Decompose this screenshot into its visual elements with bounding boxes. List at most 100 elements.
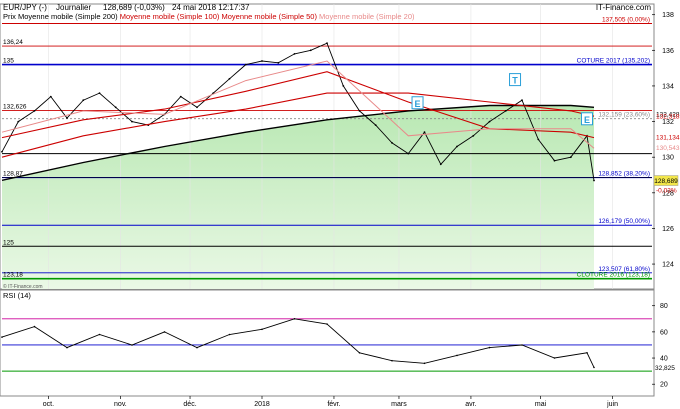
rsi-point-0 xyxy=(1,336,3,338)
price-point-24 xyxy=(391,142,393,144)
legend-prix: Prix xyxy=(3,12,16,21)
rsi-point-1 xyxy=(33,325,36,328)
x-tick-label-6: avr. xyxy=(465,401,476,408)
level-left-label-2: 135 xyxy=(3,58,14,65)
x-tick-label-2: déc. xyxy=(183,401,196,408)
price-point-0 xyxy=(1,150,3,153)
level-axis-label-7: 131,134 xyxy=(656,134,680,141)
rsi-point-10 xyxy=(326,323,328,325)
legend-ma50: Moyenne mobile (Simple 50) xyxy=(221,12,317,21)
price-tick-label-0: 124 xyxy=(662,262,674,269)
price-point-25 xyxy=(407,152,410,155)
level-label-15: CLOTURE 2016 (123,18) xyxy=(577,272,650,279)
rsi-tick-label-3: 80 xyxy=(660,303,668,310)
rsi-last-label: 32,825 xyxy=(655,365,675,372)
price-tick-label-4: 132 xyxy=(662,119,674,126)
x-tick-label-8: juin xyxy=(606,401,618,408)
price-point-29 xyxy=(472,134,475,137)
level-left-label-15: 123,18 xyxy=(3,272,23,279)
level-label-3: 132,626 xyxy=(3,103,27,110)
rsi-point-8 xyxy=(261,328,263,331)
annotation-2: E xyxy=(584,115,590,125)
rsi-point-16 xyxy=(521,344,523,346)
price-point-37 xyxy=(593,179,595,182)
annotation-0: E xyxy=(415,99,421,109)
price-tick-label-3: 130 xyxy=(662,155,674,162)
price-point-22 xyxy=(358,110,361,112)
header-source: IT-Finance.com xyxy=(596,3,651,12)
rsi-point-9 xyxy=(293,318,296,320)
price-point-19 xyxy=(309,49,312,52)
last-price-label: 128,689 xyxy=(654,178,678,185)
level-label-0: 137,505 (0,00%) xyxy=(602,17,650,24)
x-tick-label-0: oct. xyxy=(43,401,54,408)
price-point-32 xyxy=(521,99,523,102)
chart-legend: Prix Moyenne mobile (Simple 200) Moyenne… xyxy=(3,12,415,21)
price-point-28 xyxy=(456,145,458,148)
price-point-23 xyxy=(374,124,377,126)
price-point-8 xyxy=(131,120,133,123)
header-datetime: 24 mai 2018 12:17:37 xyxy=(172,3,250,12)
last-change-label: -0,03% xyxy=(656,188,677,195)
rsi-point-12 xyxy=(391,359,393,362)
x-tick-label-1: nov. xyxy=(114,401,127,408)
x-tick-label-4: févr. xyxy=(327,401,340,408)
rsi-point-7 xyxy=(228,333,231,336)
price-point-26 xyxy=(423,131,426,134)
price-point-35 xyxy=(569,156,572,159)
price-point-17 xyxy=(277,61,280,64)
rsi-point-5 xyxy=(163,331,166,333)
price-point-15 xyxy=(244,63,247,66)
rsi-point-17 xyxy=(553,357,556,359)
price-point-34 xyxy=(553,159,556,162)
level-label-12: 126,179 (50,00%) xyxy=(598,218,650,225)
price-point-31 xyxy=(504,110,507,112)
price-point-6 xyxy=(98,92,101,94)
legend-ma100: Moyenne mobile (Simple 100) xyxy=(120,12,220,21)
price-point-21 xyxy=(342,85,345,87)
price-point-1 xyxy=(17,120,20,123)
x-tick-label-3: 2018 xyxy=(254,401,270,408)
rsi-point-18 xyxy=(586,352,588,354)
eurjpy-chart: 137,505 (0,00%) 136,24 COTURE 2017 (135,20… xyxy=(0,0,680,409)
x-tick-label-7: mai xyxy=(535,401,547,408)
level-axis-label-8: 130,543 xyxy=(656,145,680,152)
level-label-5: 132,159 (23,60%) xyxy=(598,112,650,119)
level-label-13: 125 xyxy=(3,239,14,246)
price-point-33 xyxy=(537,138,540,141)
price-tick-label-6: 136 xyxy=(662,48,674,55)
x-tick-label-5: mars xyxy=(391,401,407,408)
header-symbol: EUR/JPY (-) xyxy=(3,3,47,12)
header-quote: 128,689 (-0,03%) xyxy=(103,3,165,12)
price-tick-label-7: 138 xyxy=(662,12,674,19)
price-point-18 xyxy=(293,53,296,55)
price-point-14 xyxy=(228,77,231,80)
legend-ma200: Moyenne mobile (Simple 200) xyxy=(18,12,118,21)
price-point-3 xyxy=(49,95,52,98)
rsi-point-4 xyxy=(131,344,133,346)
price-tick-label-5: 134 xyxy=(662,83,674,90)
copyright-text: © IT-Finance.com xyxy=(3,283,43,290)
price-point-20 xyxy=(326,42,328,45)
price-point-11 xyxy=(179,95,182,98)
price-point-30 xyxy=(488,120,491,123)
price-point-4 xyxy=(66,117,68,119)
price-tick-label-1: 126 xyxy=(662,226,674,233)
rsi-tick-label-2: 60 xyxy=(660,329,668,336)
price-point-16 xyxy=(261,60,263,62)
rsi-tick-label-0: 20 xyxy=(660,382,668,389)
rsi-point-3 xyxy=(98,333,101,336)
rsi-title: RSI (14) xyxy=(3,291,31,300)
rsi-point-6 xyxy=(196,346,198,349)
annotation-1: T xyxy=(512,76,518,86)
price-point-2 xyxy=(33,110,36,112)
rsi-point-13 xyxy=(423,362,426,365)
rsi-point-14 xyxy=(456,354,458,357)
rsi-point-11 xyxy=(358,352,361,354)
legend-ma20: Moyenne mobile (Simple 20) xyxy=(319,12,415,21)
level-label-2: COTURE 2017 (135,202) xyxy=(577,58,650,65)
rsi-tick-label-1: 40 xyxy=(660,356,668,363)
level-label-10: 128,852 (38,20%) xyxy=(598,171,650,178)
rsi-point-19 xyxy=(593,366,595,369)
level-label-1: 136,24 xyxy=(3,39,23,46)
